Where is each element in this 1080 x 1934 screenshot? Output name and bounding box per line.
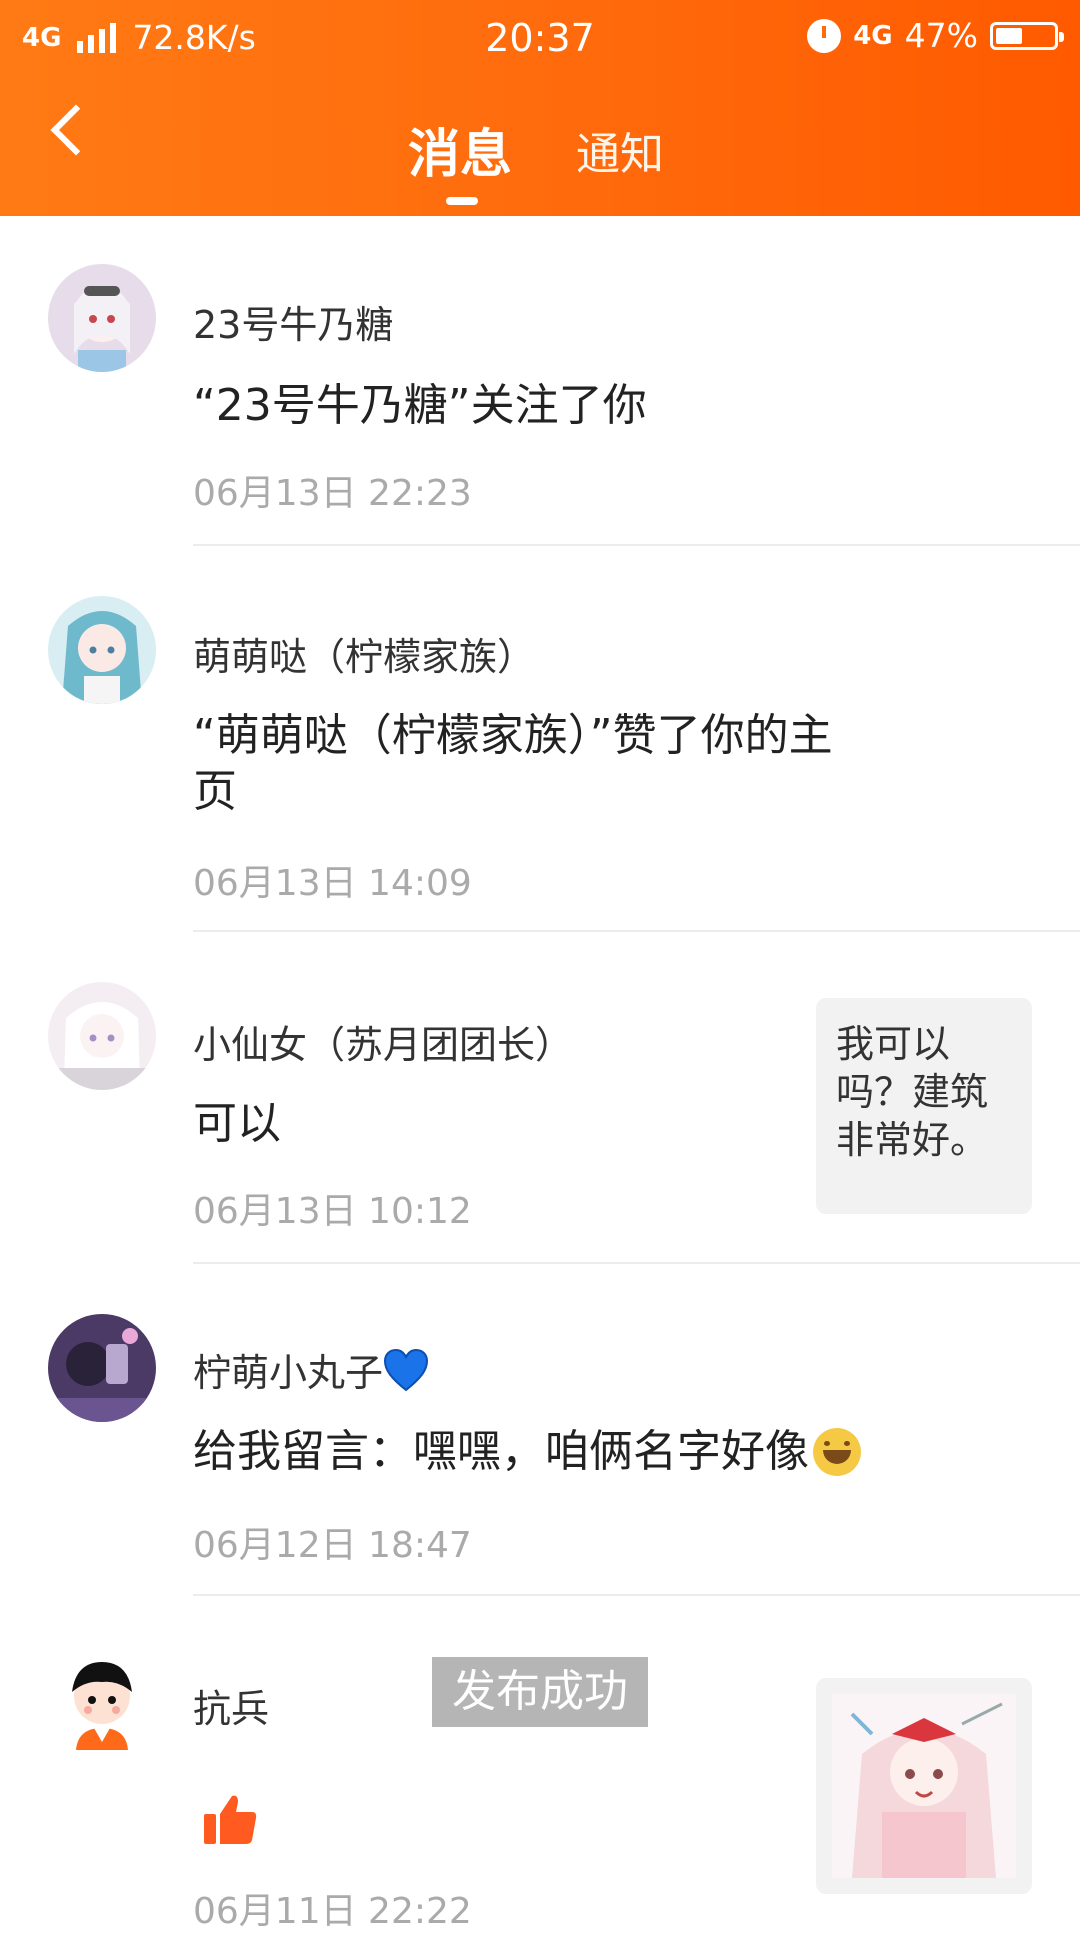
message-text-line2: 页 <box>193 766 237 817</box>
list-item[interactable]: 柠萌小丸子 给我留言：嘿嘿，咱俩名字好像 06月12日 18:47 <box>0 1264 1080 1596</box>
battery-fill <box>996 27 1023 44</box>
avatar[interactable] <box>48 596 156 704</box>
toast-publish-success: 发布成功 <box>432 1657 648 1727</box>
message-date: 06月13日 22:23 <box>193 473 472 514</box>
message-text: 可以 <box>193 1098 281 1149</box>
avatar[interactable] <box>48 1650 156 1758</box>
message-text: 给我留言：嘿嘿，咱俩名字好像 <box>193 1426 809 1477</box>
network-type-2: 4G <box>853 20 893 51</box>
tab-messages[interactable]: 消息 <box>408 112 512 187</box>
tab-notifications[interactable]: 通知 <box>576 118 664 182</box>
grinning-emoji-icon <box>813 1428 861 1476</box>
back-arrow-icon[interactable] <box>50 104 102 156</box>
list-item[interactable]: 23号牛乃糖 “23号牛乃糖”关注了你 06月13日 22:23 <box>0 216 1080 546</box>
battery-percent: 47% <box>904 16 978 55</box>
active-tab-indicator <box>446 197 478 205</box>
avatar[interactable] <box>48 982 156 1090</box>
message-text-line1: “萌萌哒（柠檬家族）”赞了你的主 <box>193 710 833 761</box>
status-bar: 4G 72.8K/s 20:37 4G 47% <box>0 0 1080 76</box>
sender-name: 23号牛乃糖 <box>193 303 394 347</box>
quoted-post-preview[interactable]: 我可以吗？建筑非常好。 <box>816 998 1032 1214</box>
message-date: 06月11日 22:22 <box>193 1891 472 1932</box>
anime-girl-image <box>832 1694 1016 1878</box>
list-item[interactable]: 萌萌哒（柠檬家族） “萌萌哒（柠檬家族）”赞了你的主 页 06月13日 14:0… <box>0 546 1080 932</box>
list-item[interactable]: 小仙女（苏月团团长） 可以 06月13日 10:12 我可以吗？建筑非常好。 <box>0 932 1080 1264</box>
message-date: 06月13日 10:12 <box>193 1191 472 1232</box>
thumbs-up-icon <box>202 1792 258 1850</box>
status-right: 4G 47% <box>807 16 1064 55</box>
post-thumbnail[interactable] <box>816 1678 1032 1894</box>
battery-icon <box>990 21 1064 50</box>
sender-name: 抗兵 <box>193 1687 270 1731</box>
list-item[interactable]: 抗兵 06月11日 22:22 <box>0 1596 1080 1932</box>
app-header: 4G 72.8K/s 20:37 4G 47% 消息 通知 <box>0 0 1080 216</box>
message-text-row: 给我留言：嘿嘿，咱俩名字好像 <box>193 1424 861 1480</box>
avatar[interactable] <box>48 1314 156 1422</box>
sender-name: 柠萌小丸子 <box>193 1351 384 1395</box>
sender-name-row: 柠萌小丸子 <box>193 1342 429 1397</box>
message-date: 06月13日 14:09 <box>193 863 472 904</box>
alarm-icon <box>807 18 842 53</box>
message-date: 06月12日 18:47 <box>193 1525 472 1566</box>
blue-heart-icon <box>384 1348 429 1391</box>
message-text: “23号牛乃糖”关注了你 <box>193 380 647 431</box>
sender-name: 小仙女（苏月团团长） <box>193 1023 574 1067</box>
sender-name: 萌萌哒（柠檬家族） <box>193 635 536 679</box>
avatar[interactable] <box>48 264 156 372</box>
